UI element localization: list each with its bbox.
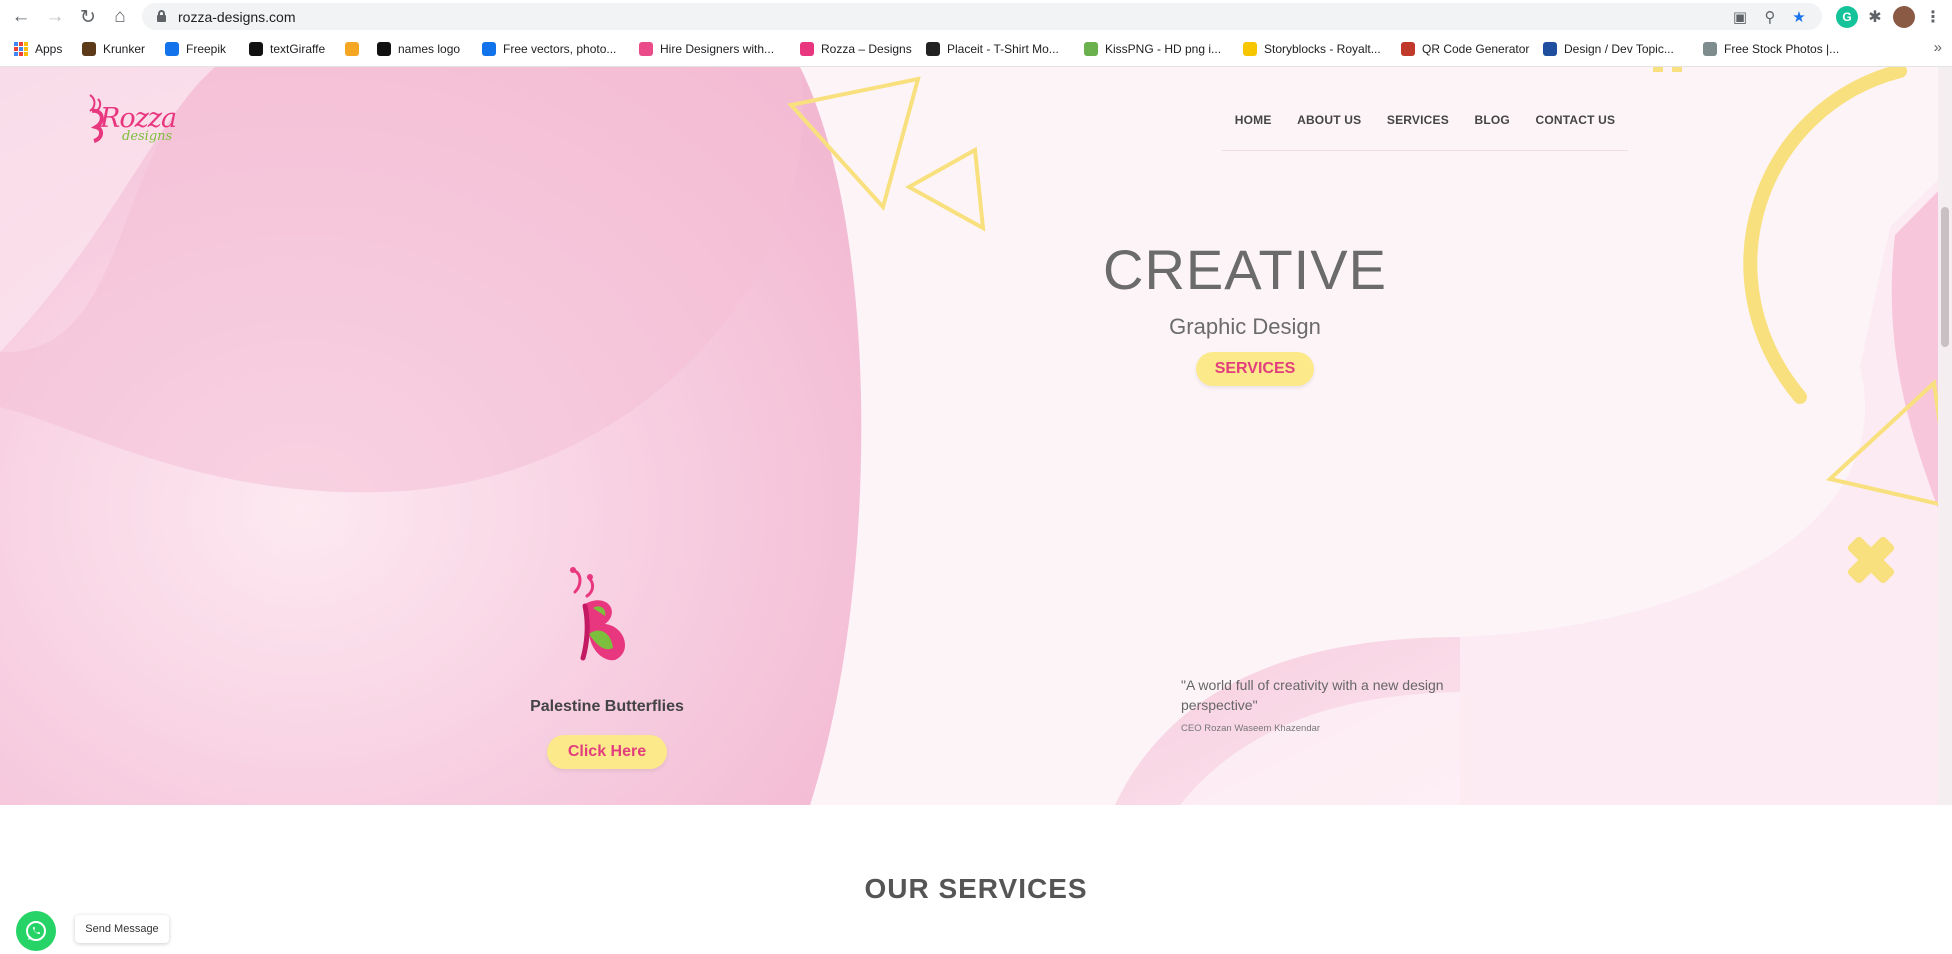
hero-subtitle: Graphic Design	[1169, 314, 1321, 339]
send-message-label[interactable]: Send Message	[75, 915, 169, 943]
bookmark-item[interactable]: Free Stock Photos |...	[1703, 40, 1839, 58]
qr-icon	[1401, 42, 1415, 56]
storyblocks-icon	[1243, 42, 1257, 56]
bookmark-item[interactable]: KissPNG - HD png i...	[1084, 40, 1221, 58]
bookmark-label: Hire Designers with...	[660, 42, 775, 56]
browser-toolbar: ← → ↻ ⌂ rozza-designs.com ▣ ⚲ ★ G ✱ ⋮	[0, 0, 1952, 33]
bookmark-item[interactable]: Placeit - T-Shirt Mo...	[926, 40, 1059, 58]
design-dev-icon	[1543, 42, 1557, 56]
butterfly-logo-icon	[555, 564, 655, 664]
placeit-icon	[926, 42, 940, 56]
click-here-button[interactable]: Click Here	[547, 735, 667, 769]
bookmark-item[interactable]: Hire Designers with...	[639, 40, 774, 58]
scrollbar-thumb[interactable]	[1941, 207, 1949, 347]
reload-icon[interactable]: ↻	[75, 4, 101, 30]
translate-icon[interactable]: ▣	[1729, 6, 1751, 28]
site-logo[interactable]: Rozza designs	[82, 89, 178, 149]
bookmark-label: Storyblocks - Royalt...	[1264, 42, 1381, 56]
bookmarks-overflow-button[interactable]: »	[1934, 39, 1942, 56]
back-arrow-icon[interactable]: ←	[8, 4, 34, 30]
bookmark-label: Rozza – Designs	[821, 42, 912, 56]
bookmark-item[interactable]: Apps	[14, 40, 62, 58]
bookmark-label: Apps	[35, 42, 63, 56]
bookmark-label: Free Stock Photos |...	[1724, 42, 1840, 56]
zoom-icon[interactable]: ⚲	[1759, 6, 1781, 28]
ceo-quote: "A world full of creativity with a new d…	[1181, 677, 1444, 713]
bookmark-orange-icon	[345, 42, 359, 56]
bookmark-star-icon[interactable]: ★	[1788, 6, 1810, 28]
bookmark-item[interactable]: names logo	[377, 40, 460, 58]
grammarly-icon[interactable]: G	[1836, 6, 1858, 28]
lock-icon	[157, 10, 166, 22]
bookmark-item[interactable]: Rozza – Designs	[800, 40, 912, 58]
bookmark-label: QR Code Generator	[1422, 42, 1530, 56]
services-button[interactable]: SERVICES	[1196, 352, 1314, 386]
bookmark-item[interactable]: Free vectors, photo...	[482, 40, 616, 58]
kisspng-icon	[1084, 42, 1098, 56]
bookmark-label: Design / Dev Topic...	[1564, 42, 1674, 56]
bookmark-item[interactable]	[345, 40, 366, 58]
bookmark-label: Placeit - T-Shirt Mo...	[947, 42, 1059, 56]
dribbble-icon	[639, 42, 653, 56]
profile-avatar-icon[interactable]	[1893, 6, 1915, 28]
bookmark-item[interactable]: Krunker	[82, 40, 145, 58]
quote-author: CEO Rozan Waseem Khazendar	[1181, 723, 1321, 734]
menu-kebab-icon[interactable]: ⋮	[1922, 6, 1944, 28]
address-bar[interactable]: rozza-designs.com ▣ ⚲ ★	[142, 3, 1822, 30]
browser-chrome: ← → ↻ ⌂ rozza-designs.com ▣ ⚲ ★ G ✱ ⋮ Ap…	[0, 0, 1952, 67]
textgiraffe-icon	[249, 42, 263, 56]
krunker-icon	[82, 42, 96, 56]
bookmark-label: Krunker	[103, 42, 146, 56]
nav-home[interactable]: HOME	[1235, 113, 1272, 127]
bookmark-item[interactable]: Design / Dev Topic...	[1543, 40, 1674, 58]
url-text[interactable]: rozza-designs.com	[178, 9, 296, 25]
rozza-icon	[800, 42, 814, 56]
hero-background-shapes	[0, 67, 1952, 805]
page-scrollbar[interactable]	[1938, 67, 1952, 805]
nav-blog[interactable]: BLOG	[1474, 113, 1509, 127]
apps-grid-icon	[14, 42, 28, 56]
whatsapp-icon	[26, 921, 46, 941]
whatsapp-button[interactable]	[16, 911, 56, 951]
bookmark-label: Free vectors, photo...	[503, 42, 617, 56]
freepik-icon	[165, 42, 179, 56]
freepik-icon	[482, 42, 496, 56]
bookmark-label: KissPNG - HD png i...	[1105, 42, 1222, 56]
bookmark-item[interactable]: Storyblocks - Royalt...	[1243, 40, 1381, 58]
bookmarks-bar: Apps Krunker Freepik textGiraffe names logo F…	[0, 36, 1952, 62]
bookmark-label: Freepik	[186, 42, 227, 56]
our-services-heading: OUR SERVICES	[864, 873, 1088, 904]
bookmark-label: textGiraffe	[270, 42, 326, 56]
butterfly-caption: Palestine Butterflies	[530, 698, 684, 715]
extensions-puzzle-icon[interactable]: ✱	[1864, 6, 1886, 28]
bookmark-item[interactable]: Freepik	[165, 40, 226, 58]
nav-about-us[interactable]: ABOUT US	[1297, 113, 1361, 127]
main-navigation: HOME ABOUT US SERVICES BLOG CONTACT US	[1222, 89, 1628, 151]
stock-photos-icon	[1703, 42, 1717, 56]
hero-section: Rozza designs HOME ABOUT US SERVICES BLO…	[0, 67, 1952, 805]
nav-services[interactable]: SERVICES	[1387, 113, 1449, 127]
names-logo-icon	[377, 42, 391, 56]
bookmark-item[interactable]: QR Code Generator	[1401, 40, 1529, 58]
hero-title: CREATIVE	[1103, 238, 1387, 301]
home-icon[interactable]: ⌂	[107, 4, 133, 30]
bookmark-label: names logo	[398, 42, 461, 56]
forward-arrow-icon[interactable]: →	[42, 4, 68, 30]
logo-subtext: designs	[122, 129, 173, 144]
nav-contact-us[interactable]: CONTACT US	[1535, 113, 1615, 127]
bookmark-item[interactable]: textGiraffe	[249, 40, 325, 58]
